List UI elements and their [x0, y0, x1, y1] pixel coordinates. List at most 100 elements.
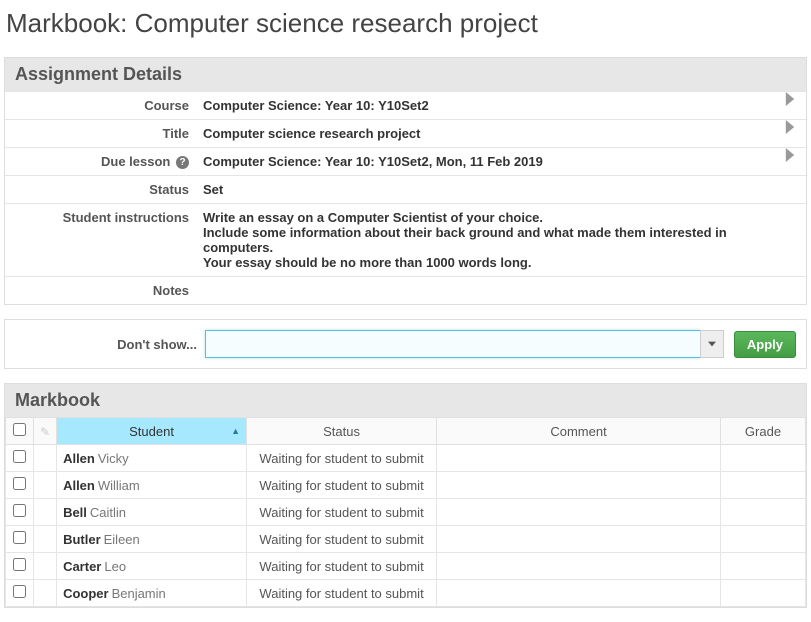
- student-firstname: Eileen: [104, 532, 140, 547]
- comment-cell[interactable]: [437, 499, 721, 526]
- student-firstname: William: [98, 478, 140, 493]
- value-course: Computer Science: Year 10: Y10Set2: [195, 92, 782, 119]
- comment-cell[interactable]: [437, 472, 721, 499]
- sort-asc-icon: ▲: [231, 426, 240, 436]
- label-due-text: Due lesson: [101, 154, 170, 169]
- page-title-prefix: Markbook:: [6, 8, 127, 38]
- select-all-header[interactable]: [6, 418, 34, 445]
- row-checkbox-cell: [6, 580, 34, 607]
- row-edit-cell: [34, 553, 57, 580]
- row-notes: Notes: [5, 276, 806, 304]
- label-notes: Notes: [5, 277, 195, 304]
- grade-column-header[interactable]: Grade: [721, 418, 806, 445]
- status-cell: Waiting for student to submit: [247, 580, 437, 607]
- student-surname: Cooper: [63, 586, 109, 601]
- student-name-cell[interactable]: BellCaitlin: [57, 499, 247, 526]
- markbook-header: Markbook: [5, 384, 806, 417]
- status-cell: Waiting for student to submit: [247, 445, 437, 472]
- row-checkbox[interactable]: [13, 585, 26, 598]
- select-caret-icon[interactable]: [700, 330, 724, 358]
- page-title: Markbook: Computer science research proj…: [6, 8, 807, 39]
- student-name-cell[interactable]: AllenWilliam: [57, 472, 247, 499]
- status-column-header[interactable]: Status: [247, 418, 437, 445]
- student-firstname: Benjamin: [112, 586, 166, 601]
- table-row[interactable]: AllenWilliamWaiting for student to submi…: [6, 472, 806, 499]
- page-title-subject: Computer science research project: [135, 8, 538, 38]
- comment-cell[interactable]: [437, 580, 721, 607]
- student-firstname: Caitlin: [90, 505, 126, 520]
- label-status: Status: [5, 176, 195, 203]
- row-due-lesson[interactable]: Due lesson ? Computer Science: Year 10: …: [5, 147, 806, 175]
- student-firstname: Vicky: [98, 451, 129, 466]
- grade-cell[interactable]: [721, 580, 806, 607]
- table-row[interactable]: ButlerEileenWaiting for student to submi…: [6, 526, 806, 553]
- table-row[interactable]: BellCaitlinWaiting for student to submit: [6, 499, 806, 526]
- edit-column-header: ✎: [34, 418, 57, 445]
- value-due: Computer Science: Year 10: Y10Set2, Mon,…: [195, 148, 782, 175]
- row-title[interactable]: Title Computer science research project: [5, 119, 806, 147]
- filter-label: Don't show...: [15, 337, 205, 352]
- grade-cell[interactable]: [721, 472, 806, 499]
- row-checkbox-cell: [6, 445, 34, 472]
- markbook-table: ✎ Student ▲ Status Comment Grade AllenVi…: [5, 417, 806, 607]
- value-title: Computer science research project: [195, 120, 782, 147]
- grade-cell[interactable]: [721, 553, 806, 580]
- select-all-checkbox[interactable]: [13, 423, 26, 436]
- pencil-icon: ✎: [40, 425, 50, 439]
- student-firstname: Leo: [104, 559, 126, 574]
- chevron-right-icon[interactable]: [782, 120, 806, 134]
- row-edit-cell: [34, 526, 57, 553]
- row-status: Status Set: [5, 175, 806, 203]
- row-checkbox[interactable]: [13, 531, 26, 544]
- student-name-cell[interactable]: ButlerEileen: [57, 526, 247, 553]
- comment-column-header[interactable]: Comment: [437, 418, 721, 445]
- chevron-right-icon[interactable]: [782, 92, 806, 106]
- comment-cell[interactable]: [437, 526, 721, 553]
- table-row[interactable]: CarterLeoWaiting for student to submit: [6, 553, 806, 580]
- row-edit-cell: [34, 499, 57, 526]
- grade-cell[interactable]: [721, 526, 806, 553]
- label-instructions: Student instructions: [5, 204, 195, 231]
- comment-cell[interactable]: [437, 553, 721, 580]
- student-name-cell[interactable]: AllenVicky: [57, 445, 247, 472]
- student-surname: Butler: [63, 532, 101, 547]
- student-surname: Allen: [63, 451, 95, 466]
- grade-cell[interactable]: [721, 445, 806, 472]
- student-surname: Carter: [63, 559, 101, 574]
- row-checkbox[interactable]: [13, 504, 26, 517]
- student-name-cell[interactable]: CarterLeo: [57, 553, 247, 580]
- assignment-details-panel: Assignment Details Course Computer Scien…: [4, 57, 807, 305]
- dont-show-select[interactable]: [205, 330, 700, 358]
- markbook-panel: Markbook ✎ Student ▲ Status Comment Grad…: [4, 383, 807, 608]
- row-checkbox-cell: [6, 499, 34, 526]
- status-cell: Waiting for student to submit: [247, 526, 437, 553]
- student-surname: Allen: [63, 478, 95, 493]
- apply-button[interactable]: Apply: [734, 331, 796, 358]
- student-name-cell[interactable]: CooperBenjamin: [57, 580, 247, 607]
- help-icon[interactable]: ?: [176, 156, 189, 169]
- row-edit-cell: [34, 580, 57, 607]
- row-checkbox-cell: [6, 526, 34, 553]
- row-instructions: Student instructions Write an essay on a…: [5, 203, 806, 276]
- assignment-details-header: Assignment Details: [5, 58, 806, 91]
- table-row[interactable]: CooperBenjaminWaiting for student to sub…: [6, 580, 806, 607]
- value-status: Set: [195, 176, 782, 203]
- row-checkbox[interactable]: [13, 558, 26, 571]
- row-checkbox-cell: [6, 553, 34, 580]
- status-cell: Waiting for student to submit: [247, 499, 437, 526]
- row-checkbox[interactable]: [13, 450, 26, 463]
- value-notes: [195, 277, 782, 289]
- row-edit-cell: [34, 445, 57, 472]
- label-course: Course: [5, 92, 195, 119]
- row-checkbox[interactable]: [13, 477, 26, 490]
- row-checkbox-cell: [6, 472, 34, 499]
- status-cell: Waiting for student to submit: [247, 553, 437, 580]
- status-cell: Waiting for student to submit: [247, 472, 437, 499]
- table-row[interactable]: AllenVickyWaiting for student to submit: [6, 445, 806, 472]
- chevron-right-icon[interactable]: [782, 148, 806, 162]
- row-course[interactable]: Course Computer Science: Year 10: Y10Set…: [5, 91, 806, 119]
- comment-cell[interactable]: [437, 445, 721, 472]
- grade-cell[interactable]: [721, 499, 806, 526]
- student-column-header[interactable]: Student ▲: [57, 418, 247, 445]
- value-instructions: Write an essay on a Computer Scientist o…: [195, 204, 782, 276]
